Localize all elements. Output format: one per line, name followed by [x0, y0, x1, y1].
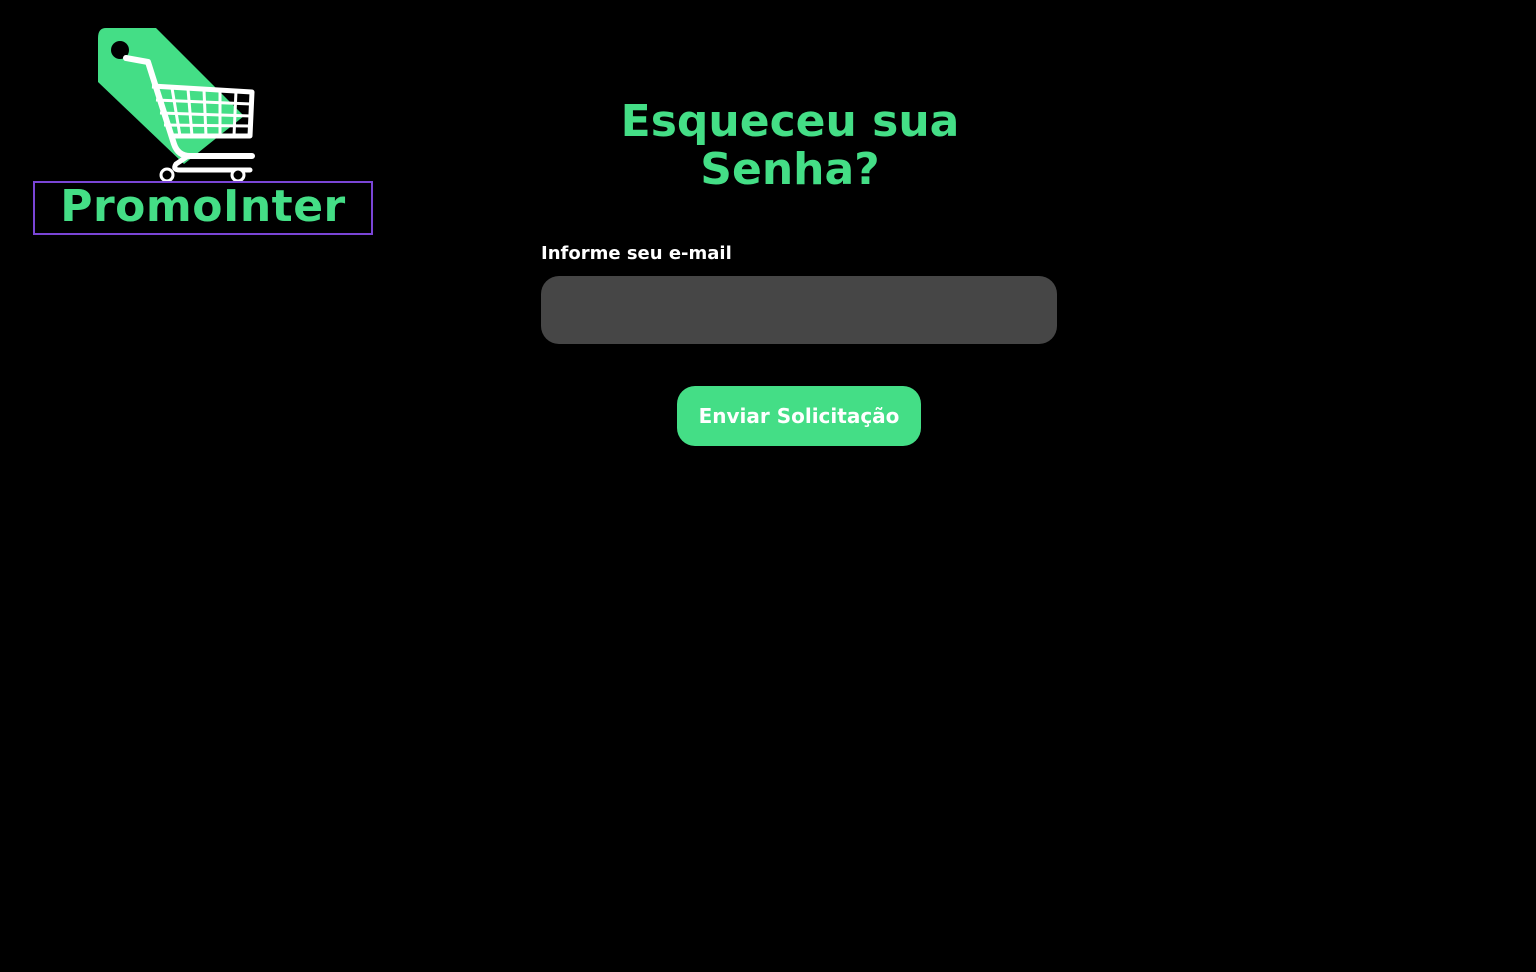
page-title: Esqueceu sua Senha? [620, 96, 960, 196]
email-field[interactable] [541, 276, 1057, 344]
forgot-password-page: PromoInter Esqueceu sua Senha? Informe s… [0, 0, 1536, 972]
logo [92, 24, 262, 186]
send-request-button[interactable]: Enviar Solicitação [677, 386, 921, 446]
brand-name: PromoInter [60, 181, 346, 232]
brand-box[interactable]: PromoInter [33, 181, 373, 235]
email-label: Informe seu e-mail [541, 243, 732, 264]
shopping-cart-tag-icon [98, 28, 255, 183]
